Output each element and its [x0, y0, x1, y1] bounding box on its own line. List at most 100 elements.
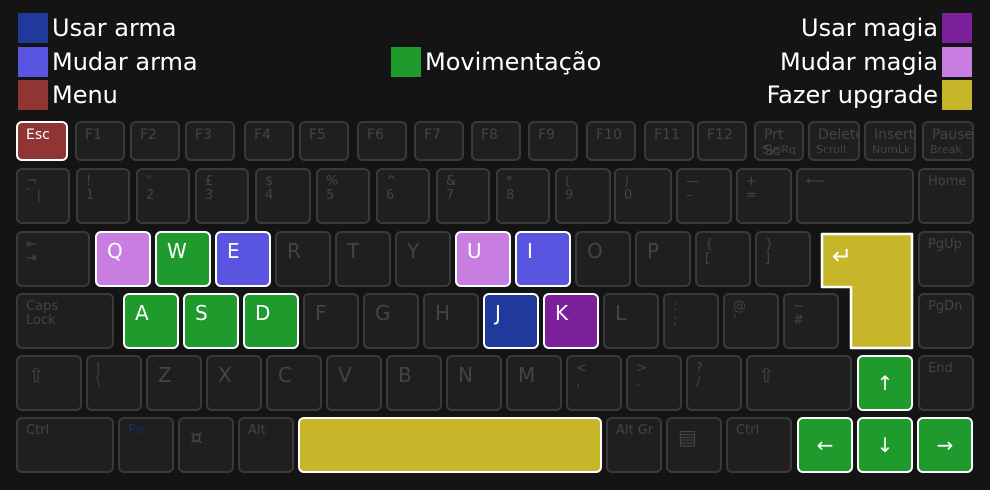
key-f5[interactable]: F5 [299, 121, 349, 161]
key-k-n[interactable]: N [446, 355, 502, 411]
key-k-down[interactable]: ↓ [857, 417, 913, 473]
key-f12[interactable]: F12 [697, 121, 747, 161]
key-k-0[interactable]: ) 0 [614, 168, 672, 224]
key-k-backtick[interactable]: ¬ ` | [16, 168, 70, 224]
key-k-w[interactable]: W [155, 231, 211, 287]
key-f10[interactable]: F10 [586, 121, 636, 161]
key-k-i[interactable]: I [515, 231, 571, 287]
key-k-hash[interactable]: ~ # [783, 293, 839, 349]
key-k-shift-r[interactable]: ⇧ [746, 355, 852, 411]
key-k-j[interactable]: J [483, 293, 539, 349]
key-k-a[interactable]: A [123, 293, 179, 349]
key-k-g[interactable]: G [363, 293, 419, 349]
key-f2[interactable]: F2 [130, 121, 180, 161]
key-k-caps[interactable]: Caps Lock [16, 293, 114, 349]
key-f6[interactable]: F6 [357, 121, 407, 161]
key-label: ) [624, 174, 630, 189]
key-k-menu[interactable]: ▤ [666, 417, 722, 473]
key-k-6[interactable]: ^ 6 [376, 168, 430, 224]
key-k-1[interactable]: ! 1 [76, 168, 130, 224]
key-k-quote[interactable]: @ ' [723, 293, 779, 349]
key-sublabel: ⇥ [26, 251, 37, 266]
key-k-d[interactable]: D [243, 293, 299, 349]
key-k-3[interactable]: £3 [195, 168, 249, 224]
key-label: Home [928, 174, 967, 189]
key-k-pgdn[interactable]: PgDn [918, 293, 974, 349]
key-insert[interactable]: Insert NumLk [864, 121, 916, 161]
key-k-tab[interactable]: ⇤ ⇥ [16, 231, 90, 287]
key-k-r[interactable]: R [275, 231, 331, 287]
key-k-y[interactable]: Y [395, 231, 451, 287]
key-k-rbrace[interactable]: }] [755, 231, 811, 287]
key-k-9[interactable]: (9 [555, 168, 611, 224]
key-k-up[interactable]: ↑ [857, 355, 913, 411]
key-k-q[interactable]: Q [95, 231, 151, 287]
key-k-k[interactable]: K [543, 293, 599, 349]
key-k-plus[interactable]: + = [736, 168, 792, 224]
key-k-period[interactable]: >. [626, 355, 682, 411]
key-label: J [495, 301, 501, 325]
key-k-comma[interactable]: <, [566, 355, 622, 411]
key-k-s[interactable]: S [183, 293, 239, 349]
key-k-super[interactable]: ¤ [178, 417, 234, 473]
key-label: T [347, 239, 360, 263]
key-k-lbrace[interactable]: {[ [695, 231, 751, 287]
key-f3[interactable]: F3 [185, 121, 235, 161]
key-k-ctrl-l[interactable]: Ctrl [16, 417, 114, 473]
key-k-h[interactable]: H [423, 293, 479, 349]
key-f11[interactable]: F11 [644, 121, 694, 161]
key-f8[interactable]: F8 [471, 121, 521, 161]
key-k-space[interactable] [298, 417, 602, 473]
key-k-b[interactable]: B [386, 355, 442, 411]
key-k-backspace[interactable]: ⟵ [796, 168, 914, 224]
key-f1[interactable]: F1 [75, 121, 125, 161]
key-k-m[interactable]: M [506, 355, 562, 411]
key-k-x[interactable]: X [206, 355, 262, 411]
key-sublabel: 1 [86, 188, 95, 203]
key-label: — [686, 174, 699, 189]
key-k-shift-l[interactable]: ⇧ [16, 355, 82, 411]
key-k-minus[interactable]: — – [676, 168, 732, 224]
key-k-altgr[interactable]: Alt Gr [606, 417, 662, 473]
key-k-z[interactable]: Z [146, 355, 202, 411]
key-pause[interactable]: Pause Break [922, 121, 974, 161]
key-k-slash[interactable]: ? / [686, 355, 742, 411]
key-k-7[interactable]: & 7 [436, 168, 490, 224]
key-k-pipe[interactable]: | \ [86, 355, 142, 411]
key-k-p[interactable]: P [635, 231, 691, 287]
key-k-4[interactable]: $4 [255, 168, 311, 224]
key-k-u[interactable]: U [455, 231, 511, 287]
key-sublabel: 9 [565, 188, 574, 203]
key-k-f[interactable]: F [303, 293, 359, 349]
key-k-l[interactable]: L [603, 293, 659, 349]
key-label: Ctrl [26, 423, 50, 438]
key-f4[interactable]: F4 [244, 121, 294, 161]
key-k-ctrl-r[interactable]: Ctrl [726, 417, 792, 473]
key-k-left[interactable]: ← [797, 417, 853, 473]
key-k-c[interactable]: C [266, 355, 322, 411]
key-esc[interactable]: Esc [16, 121, 68, 161]
key-label: K [555, 301, 569, 325]
key-label: Fn [128, 423, 144, 438]
key-k-home[interactable]: Home [918, 168, 974, 224]
key-k-e[interactable]: E [215, 231, 271, 287]
key-f9[interactable]: F9 [528, 121, 578, 161]
key-label: E [227, 239, 240, 263]
key-k-t[interactable]: T [335, 231, 391, 287]
key-k-right[interactable]: → [917, 417, 973, 473]
key-k-fn[interactable]: Fn [118, 417, 174, 473]
key-k-pgup[interactable]: PgUp [918, 231, 974, 287]
key-sublabel: ; [673, 313, 678, 328]
key-delete[interactable]: Delete Scroll [808, 121, 860, 161]
key-k-2[interactable]: " 2 [136, 168, 190, 224]
key-k-8[interactable]: * 8 [496, 168, 550, 224]
key-k-end[interactable]: End [918, 355, 974, 411]
key-k-alt[interactable]: Alt [238, 417, 294, 473]
key-k-semicolon[interactable]: :; [663, 293, 719, 349]
key-k-5[interactable]: % 5 [316, 168, 370, 224]
key-k-o[interactable]: O [575, 231, 631, 287]
key-k-v[interactable]: V [326, 355, 382, 411]
key-sublabel: ] [765, 251, 771, 266]
key-prtsc[interactable]: Prt Sc SysRq [754, 121, 804, 161]
key-f7[interactable]: F7 [414, 121, 464, 161]
